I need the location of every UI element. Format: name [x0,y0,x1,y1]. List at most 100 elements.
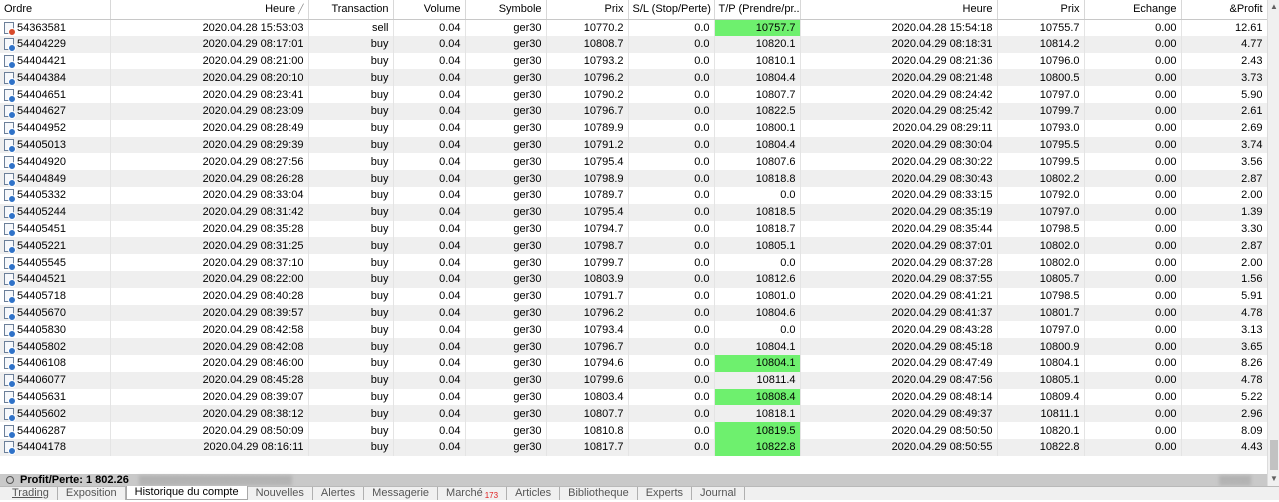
vertical-scrollbar[interactable]: ▲ ▼ [1267,0,1279,486]
cell-prix2: 10804.1 [997,354,1085,372]
cell-heure2: 2020.04.29 08:43:28 [800,321,998,339]
scrollbar-thumb[interactable] [1270,440,1278,470]
column-header-prix[interactable]: Prix [546,0,629,20]
order-number: 54405802 [17,340,66,353]
table-row[interactable]: 54405670 2020.04.29 08:39:57 buy 0.04 ger30 1… [0,304,1267,322]
scroll-up-icon[interactable]: ▲ [1268,0,1279,14]
cell-prix: 10798.9 [546,170,629,187]
table-row[interactable]: 54404521 2020.04.29 08:22:00 buy 0.04 ger30 1… [0,270,1267,288]
table-row[interactable]: 54405332 2020.04.29 08:33:04 buy 0.04 ger30 1… [0,186,1267,204]
doc-buy-icon [4,357,16,372]
table-row[interactable]: 54405451 2020.04.29 08:35:28 buy 0.04 ger30 1… [0,220,1267,238]
column-header-prix2[interactable]: Prix [997,0,1085,20]
history-grid[interactable]: Ordre Heure ╱ Transaction Volume Symbole Prix S… [0,0,1267,474]
cell-volume: 0.04 [393,52,466,70]
cell-profit: 3.56 [1181,153,1267,171]
table-row[interactable]: 54404849 2020.04.29 08:26:28 buy 0.04 ger30 1… [0,170,1267,187]
cell-heure2: 2020.04.29 08:47:49 [800,354,998,372]
column-header-symbole[interactable]: Symbole [465,0,547,20]
cell-ordre: 54405013 [0,136,111,154]
cell-profit: 5.91 [1181,287,1267,305]
tab-trading[interactable]: Trading [4,487,58,500]
cell-prix2: 10822.8 [997,438,1085,456]
cell-symbole: ger30 [465,237,547,255]
table-row[interactable]: 54404178 2020.04.29 08:16:11 buy 0.04 ger30 1… [0,438,1267,456]
cell-heure2: 2020.04.29 08:41:21 [800,287,998,305]
cell-ordre: 54405631 [0,388,111,406]
table-row[interactable]: 54405802 2020.04.29 08:42:08 buy 0.04 ger30 1… [0,338,1267,355]
tab-march[interactable]: Marché 173 [438,487,508,500]
tab-nouvelles[interactable]: Nouvelles [248,487,313,500]
cell-prix2: 10820.1 [997,422,1085,439]
cell-heure2: 2020.04.29 08:50:55 [800,438,998,456]
cell-heure2: 2020.04.29 08:45:18 [800,338,998,355]
order-number: 54405718 [17,290,66,303]
table-row[interactable]: 54404952 2020.04.29 08:28:49 buy 0.04 ger30 1… [0,119,1267,137]
cell-prix2: 10811.1 [997,405,1085,423]
cell-echange: 0.00 [1084,338,1182,355]
column-header-profit[interactable]: &Profit [1181,0,1267,20]
table-row[interactable]: 54406108 2020.04.29 08:46:00 buy 0.04 ger30 1… [0,354,1267,372]
cell-echange: 0.00 [1084,86,1182,103]
column-header-tp[interactable]: T/P (Prendre/pr... [714,0,801,20]
table-row[interactable]: 54405830 2020.04.29 08:42:58 buy 0.04 ger30 1… [0,321,1267,339]
tab-alertes[interactable]: Alertes [313,487,365,500]
table-row[interactable]: 54404627 2020.04.29 08:23:09 buy 0.04 ger30 1… [0,102,1267,120]
table-row[interactable]: 54406077 2020.04.29 08:45:28 buy 0.04 ger30 1… [0,371,1267,389]
column-header-heure[interactable]: Heure ╱ [110,0,309,20]
table-row[interactable]: 54405013 2020.04.29 08:29:39 buy 0.04 ger30 1… [0,136,1267,154]
tab-historique-du-compte[interactable]: Historique du compte [125,486,248,500]
table-row[interactable]: 54404651 2020.04.29 08:23:41 buy 0.04 ger30 1… [0,86,1267,103]
scroll-down-icon[interactable]: ▼ [1268,472,1279,486]
cell-prix: 10789.7 [546,186,629,204]
cell-symbole: ger30 [465,422,547,439]
table-row[interactable]: 54363581 2020.04.28 15:53:03 sell 0.04 ger30… [0,19,1267,36]
cell-volume: 0.04 [393,170,466,187]
tab-exposition[interactable]: Exposition [58,487,126,500]
cell-heure2: 2020.04.29 08:49:37 [800,405,998,423]
table-header-row: Ordre Heure ╱ Transaction Volume Symbole Prix S… [0,0,1267,20]
column-header-label: Transaction [331,3,389,16]
table-row[interactable]: 54406287 2020.04.29 08:50:09 buy 0.04 ger30 1… [0,422,1267,439]
cell-heure: 2020.04.29 08:28:49 [110,119,309,137]
table-row[interactable]: 54405602 2020.04.29 08:38:12 buy 0.04 ger30 1… [0,405,1267,423]
column-header-sl[interactable]: S/L (Stop/Perte) [628,0,715,20]
tab-experts[interactable]: Experts [638,487,692,500]
column-header-volume[interactable]: Volume [393,0,466,20]
table-row[interactable]: 54404384 2020.04.29 08:20:10 buy 0.04 ger30 1… [0,69,1267,87]
table-row[interactable]: 54405545 2020.04.29 08:37:10 buy 0.04 ger30 1… [0,254,1267,271]
cell-tp: 10822.5 [714,102,801,120]
table-row[interactable]: 54404421 2020.04.29 08:21:00 buy 0.04 ger30 1… [0,52,1267,70]
tab-bibliotheque[interactable]: Bibliotheque [560,487,638,500]
cell-heure: 2020.04.29 08:16:11 [110,438,309,456]
column-header-transaction[interactable]: Transaction [308,0,394,20]
column-header-echange[interactable]: Echange [1084,0,1182,20]
column-header-heure2[interactable]: Heure [800,0,998,20]
table-row[interactable]: 54404920 2020.04.29 08:27:56 buy 0.04 ger30 1… [0,153,1267,171]
table-row[interactable]: 54405718 2020.04.29 08:40:28 buy 0.04 ger30 1… [0,287,1267,305]
tab-messagerie[interactable]: Messagerie [364,487,439,500]
cell-symbole: ger30 [465,136,547,154]
table-row[interactable]: 54405631 2020.04.29 08:39:07 buy 0.04 ger30 1… [0,388,1267,406]
cell-transaction: buy [308,203,394,221]
tab-articles[interactable]: Articles [507,487,561,500]
cell-tp: 10801.0 [714,287,801,305]
order-number: 54404421 [17,54,66,67]
tab-journal[interactable]: Journal [692,487,746,500]
table-row[interactable]: 54405221 2020.04.29 08:31:25 buy 0.04 ger30 1… [0,237,1267,255]
table-row[interactable]: 54404229 2020.04.29 08:17:01 buy 0.04 ger30 1… [0,35,1267,53]
cell-profit: 2.69 [1181,119,1267,137]
cell-echange: 0.00 [1084,52,1182,70]
terminal-tab-bar: Trading Exposition Historique du compte Nou… [0,486,1279,500]
cell-sl: 0.0 [628,220,715,238]
cell-echange: 0.00 [1084,153,1182,171]
cell-prix2: 10797.0 [997,321,1085,339]
cell-sl: 0.0 [628,270,715,288]
column-header-ordre[interactable]: Ordre [0,0,111,20]
cell-prix2: 10799.7 [997,102,1085,120]
cell-sl: 0.0 [628,136,715,154]
summary-expand-icon[interactable] [6,476,14,484]
table-row[interactable]: 54405244 2020.04.29 08:31:42 buy 0.04 ger30 1… [0,203,1267,221]
cell-tp: 10804.4 [714,136,801,154]
cell-heure: 2020.04.29 08:26:28 [110,170,309,187]
